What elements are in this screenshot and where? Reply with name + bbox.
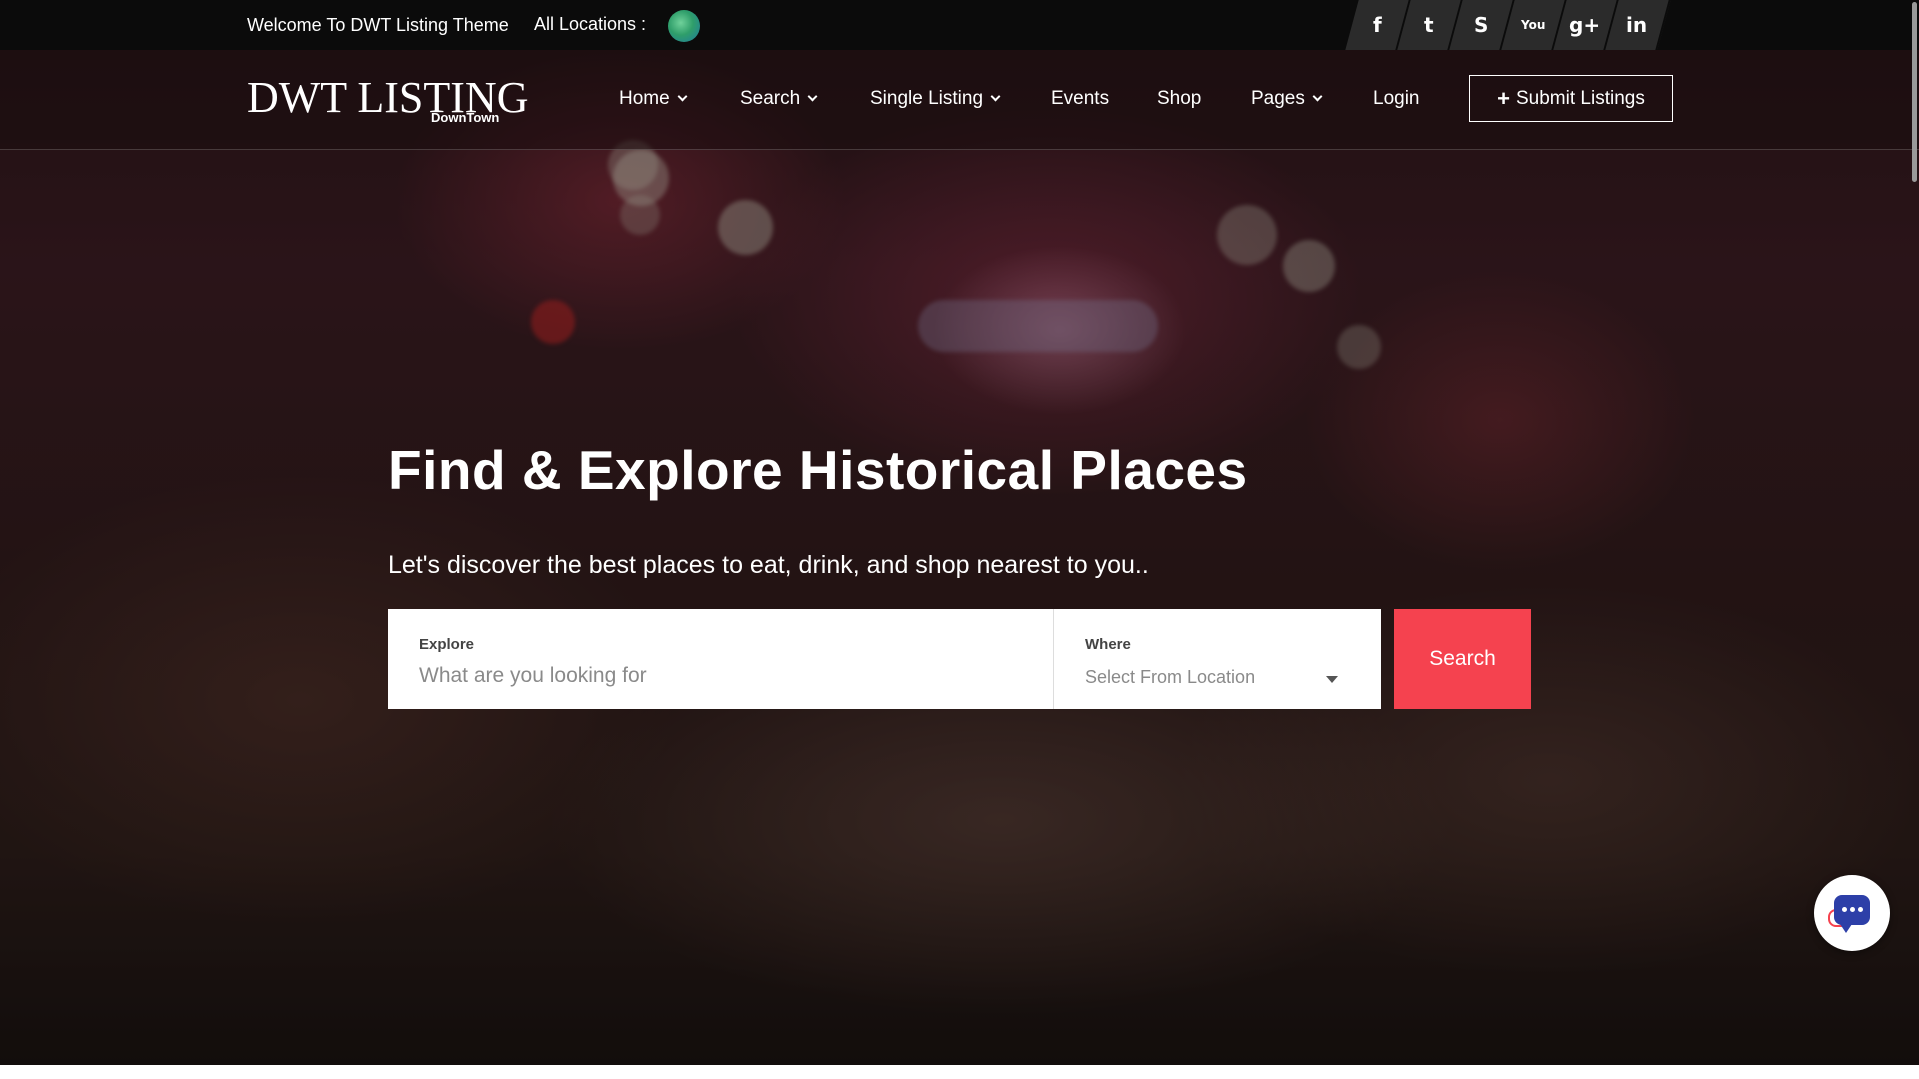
nav-single-listing-label: Single Listing (870, 88, 984, 109)
nav-shop[interactable]: Shop (1157, 88, 1201, 110)
social-links: f t S You g+ in (1345, 0, 1671, 50)
explore-field: Explore (388, 609, 1054, 709)
caret-down-icon (1326, 676, 1338, 683)
search-form: Explore Where Select From Location (388, 609, 1381, 709)
all-locations-link[interactable]: All Locations : (534, 14, 646, 35)
where-select[interactable]: Where Select From Location (1054, 609, 1381, 709)
chevron-down-icon (990, 91, 1001, 102)
nav-events[interactable]: Events (1051, 88, 1109, 110)
nav-search[interactable]: Search (740, 88, 818, 110)
page-bottom-edge (0, 1065, 1919, 1079)
nav-single-listing[interactable]: Single Listing (870, 88, 1001, 110)
nav-pages[interactable]: Pages (1251, 88, 1323, 110)
top-bar: Welcome To DWT Listing Theme All Locatio… (0, 0, 1919, 50)
chevron-down-icon (1312, 91, 1323, 102)
nav-pages-label: Pages (1251, 88, 1305, 109)
hero-subtitle: Let's discover the best places to eat, d… (388, 551, 1149, 579)
logo-subtitle: DownTown (431, 110, 500, 125)
submit-listings-label: Submit Listings (1516, 87, 1645, 109)
scrollbar[interactable] (1909, 0, 1919, 1065)
chevron-down-icon (677, 91, 688, 102)
where-select-value: Select From Location (1085, 667, 1256, 687)
where-label: Where (1085, 636, 1131, 653)
welcome-text: Welcome To DWT Listing Theme (247, 15, 509, 35)
search-button[interactable]: Search (1394, 609, 1531, 709)
scrollbar-thumb[interactable] (1912, 2, 1917, 182)
explore-label: Explore (419, 636, 475, 653)
nav-login[interactable]: Login (1373, 88, 1420, 110)
nav-home[interactable]: Home (619, 88, 688, 110)
globe-icon[interactable] (668, 10, 700, 42)
submit-listings-button[interactable]: + Submit Listings (1469, 75, 1673, 122)
hero-background (0, 0, 1919, 1065)
nav-search-label: Search (740, 88, 801, 109)
explore-input[interactable] (419, 664, 1019, 688)
hero-title: Find & Explore Historical Places (388, 439, 1248, 501)
chevron-down-icon (807, 91, 818, 102)
chat-icon (1834, 895, 1870, 933)
nav-home-label: Home (619, 88, 670, 109)
chat-widget-button[interactable] (1814, 875, 1890, 951)
plus-icon: + (1497, 85, 1510, 111)
